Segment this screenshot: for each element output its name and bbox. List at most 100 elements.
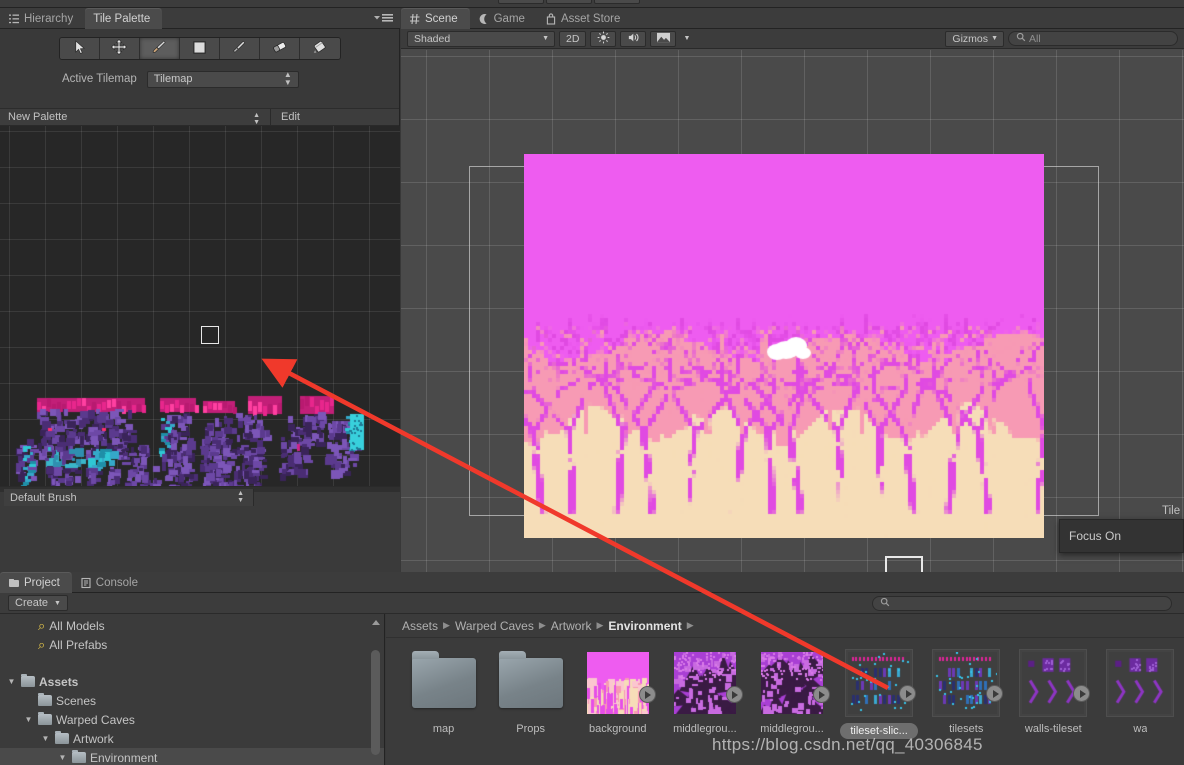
asset-thumbnail[interactable]: [758, 649, 830, 717]
eraser-tool-button[interactable]: [259, 38, 300, 59]
asset-item[interactable]: Props: [487, 649, 574, 765]
tab-hierarchy[interactable]: Hierarchy: [0, 8, 85, 29]
context-menu-focus-on[interactable]: Focus On: [1059, 519, 1184, 553]
scene-tabbar: Scene Game Asset Store: [401, 8, 1184, 29]
select-tool-button[interactable]: [59, 38, 100, 59]
tree-twisty-icon[interactable]: ▼: [40, 734, 51, 743]
asset-label: tileset-slic...: [840, 723, 918, 739]
asset-label: tilesets: [949, 723, 984, 735]
draw-mode-dropdown[interactable]: Shaded ▼: [407, 30, 555, 47]
create-button[interactable]: Create ▼: [8, 595, 68, 611]
tree-item-all-models[interactable]: ⌕ All Models: [0, 616, 384, 635]
asset-item[interactable]: background: [574, 649, 661, 765]
tree-twisty-icon[interactable]: ▼: [6, 677, 17, 686]
asset-item[interactable]: tilesets: [923, 649, 1010, 765]
asset-item[interactable]: map: [400, 649, 487, 765]
lighting-toggle-button[interactable]: [590, 30, 617, 47]
asset-item[interactable]: walls-tileset: [1010, 649, 1097, 765]
search-icon: [880, 597, 890, 610]
folder-icon: [38, 693, 52, 706]
asset-thumbnail[interactable]: [1019, 649, 1091, 717]
tree-item-environment[interactable]: ▼ Environment: [0, 748, 384, 765]
project-tabbar: Project Console: [0, 572, 1184, 593]
toolbar-ghost-button-3[interactable]: [594, 0, 640, 4]
move-tool-button[interactable]: [99, 38, 140, 59]
gizmos-dropdown[interactable]: Gizmos ▼: [945, 30, 1004, 47]
tree-item-assets[interactable]: ▼ Assets: [0, 672, 384, 691]
panel-options-icon[interactable]: [372, 12, 394, 24]
brush-dropdown[interactable]: Default Brush ▲ ▼: [4, 489, 254, 506]
console-icon: [80, 577, 92, 589]
asset-grid[interactable]: map Props background middlegrou... middlegro…: [386, 639, 1184, 765]
expand-sprite-button[interactable]: [899, 685, 917, 702]
fill-tool-button[interactable]: [299, 38, 340, 59]
expand-sprite-button[interactable]: [812, 686, 830, 703]
breadcrumb-item-environment[interactable]: Environment: [608, 619, 681, 633]
audio-toggle-button[interactable]: [620, 30, 647, 47]
tab-console[interactable]: Console: [72, 572, 150, 593]
asset-label: wa: [1133, 723, 1148, 735]
asset-thumbnail[interactable]: [497, 649, 565, 717]
tree-twisty-icon[interactable]: ▼: [23, 715, 34, 724]
scene-canvas[interactable]: [401, 50, 1184, 572]
tab-scene[interactable]: Scene: [401, 8, 470, 29]
asset-item[interactable]: middlegrou...: [748, 649, 835, 765]
tree-twisty-icon[interactable]: ▼: [57, 753, 68, 762]
picker-tool-button[interactable]: [219, 38, 260, 59]
box-fill-tool-button[interactable]: [179, 38, 220, 59]
tab-project[interactable]: Project: [0, 572, 72, 593]
toolbar-ghost-button-2[interactable]: [546, 0, 592, 4]
palette-edit-button[interactable]: Edit: [270, 109, 310, 125]
tree-item-label: Environment: [90, 750, 158, 765]
tab-game[interactable]: Game: [470, 8, 537, 29]
asset-thumbnail[interactable]: [932, 649, 1004, 717]
asset-browser[interactable]: Assets ▶ Warped Caves ▶ Artwork ▶ Environment ▶…: [386, 614, 1184, 765]
palette-selector[interactable]: New Palette ▲ ▼: [0, 111, 270, 126]
project-tree[interactable]: ⌕ All Models ⌕ All Prefabs ▼ Assets Scenes ▼ War…: [0, 614, 385, 765]
asset-thumbnail[interactable]: [671, 649, 743, 717]
asset-thumbnail[interactable]: [410, 649, 478, 717]
tree-item-scenes[interactable]: Scenes: [0, 691, 384, 710]
asset-thumbnail[interactable]: [1106, 649, 1175, 717]
breadcrumb-item-assets[interactable]: Assets: [402, 619, 438, 633]
asset-thumbnail[interactable]: [584, 649, 656, 717]
tab-hierarchy-label: Hierarchy: [24, 12, 74, 25]
tree-item-artwork[interactable]: ▼ Artwork: [0, 729, 384, 748]
2d-toggle-button[interactable]: 2D: [559, 30, 587, 47]
cursor-arrow-icon: [73, 39, 86, 58]
tilemap-artwork[interactable]: [524, 154, 1044, 538]
sprite-preview: [1022, 652, 1085, 714]
tile-palette-grid[interactable]: [0, 126, 400, 516]
breadcrumb-item-warped-caves[interactable]: Warped Caves: [455, 619, 534, 633]
expand-sprite-button[interactable]: [986, 685, 1004, 702]
palette-tiles-artwork[interactable]: [0, 126, 400, 516]
project-tree-scrollbar[interactable]: [371, 620, 380, 760]
expand-sprite-button[interactable]: [638, 686, 656, 703]
scene-search-input[interactable]: All: [1008, 31, 1178, 46]
breadcrumb-item-artwork[interactable]: Artwork: [551, 619, 592, 633]
brush-tool-button[interactable]: [139, 38, 180, 59]
asset-item[interactable]: wa: [1097, 649, 1184, 765]
active-tilemap-row: Active Tilemap Tilemap ▲ ▼: [0, 68, 399, 90]
tab-tile-palette[interactable]: Tile Palette: [85, 8, 163, 29]
scroll-up-arrow-icon[interactable]: [372, 620, 380, 625]
search-icon: [1016, 32, 1026, 45]
scrollbar-thumb[interactable]: [371, 650, 380, 755]
tree-item-warped-caves[interactable]: ▼ Warped Caves: [0, 710, 384, 729]
active-tilemap-dropdown[interactable]: Tilemap ▲ ▼: [146, 70, 299, 88]
folder-icon: [498, 651, 563, 708]
asset-thumbnail[interactable]: [845, 649, 917, 717]
active-tilemap-label: Active Tilemap: [62, 73, 137, 85]
expand-sprite-button[interactable]: [725, 686, 743, 703]
asset-label: background: [589, 723, 647, 735]
project-search-input[interactable]: [872, 596, 1172, 611]
asset-item[interactable]: tileset-slic...: [836, 649, 923, 765]
tab-asset-store[interactable]: Asset Store: [537, 8, 632, 29]
expand-sprite-button[interactable]: [1073, 685, 1091, 702]
toolbar-ghost-button-1[interactable]: [498, 0, 544, 4]
tree-item-all-prefabs[interactable]: ⌕ All Prefabs: [0, 635, 384, 654]
draw-mode-value: Shaded: [414, 32, 451, 45]
image-effects-button[interactable]: [650, 30, 677, 47]
effects-caret-button[interactable]: ▼: [680, 31, 693, 47]
asset-item[interactable]: middlegrou...: [661, 649, 748, 765]
